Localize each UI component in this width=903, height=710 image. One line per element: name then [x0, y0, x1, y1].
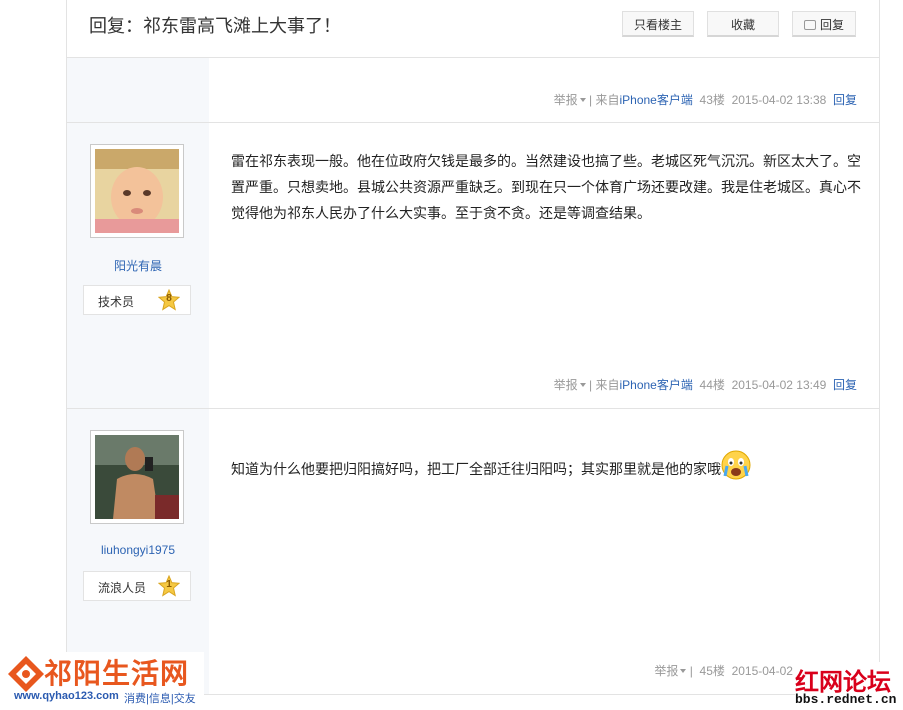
star-badge-icon: 1	[157, 574, 181, 597]
user-rank: 流浪人员 1	[83, 571, 191, 601]
post-sidebar: 阳光有晨 技术员 8	[67, 123, 209, 408]
post-content: 雷在祁东表现一般。他在位政府欠钱是最多的。当然建设也搞了些。老城区死气沉沉。新区…	[231, 153, 861, 221]
favorite-button[interactable]: 收藏	[707, 11, 779, 37]
meta-divider: |	[589, 93, 593, 107]
post-datetime: 2015-04-02 13:49	[731, 378, 827, 392]
rank-level: 1	[166, 579, 172, 590]
crying-face-icon	[721, 450, 751, 480]
rank-level: 8	[166, 293, 172, 304]
logo-tags: 消费|信息|交友	[124, 693, 196, 705]
post-meta: 举报 | 来自iPhone客户端 44楼 2015-04-02 13:49 回复	[554, 376, 857, 393]
thread-page: 回复：祁东雷高飞滩上大事了！ 只看楼主 收藏 回复 举报 | 来自iPhone客…	[66, 0, 880, 710]
floor-number: 45楼	[699, 664, 725, 678]
post-datetime: 2015-04-02 13:38	[731, 93, 827, 107]
post-sidebar	[67, 58, 209, 122]
logo-mark-icon	[8, 656, 44, 692]
reply-button-label: 回复	[819, 18, 844, 32]
post-meta: 举报 | 来自iPhone客户端 43楼 2015-04-02 13:38 回复	[554, 91, 857, 108]
report-link[interactable]: 举报	[554, 378, 578, 392]
reply-button[interactable]: 回复	[792, 11, 856, 37]
chevron-down-icon[interactable]	[579, 98, 586, 102]
username[interactable]: 阳光有晨	[67, 257, 209, 274]
comment-icon	[803, 20, 816, 30]
floor-number: 43楼	[699, 93, 725, 107]
meta-divider: |	[589, 378, 593, 392]
thread-title: 回复：祁东雷高飞滩上大事了！	[89, 16, 341, 36]
rank-title: 技术员	[98, 295, 135, 309]
source-prefix: 来自	[595, 93, 620, 107]
thread-header: 回复：祁东雷高飞滩上大事了！ 只看楼主 收藏 回复	[67, 0, 879, 58]
username[interactable]: liuhongyi1975	[67, 543, 209, 557]
chevron-down-icon[interactable]	[680, 669, 687, 673]
user-rank: 技术员 8	[83, 285, 191, 315]
logo-text: 祁阳生活网	[44, 658, 190, 689]
meta-divider: |	[689, 664, 693, 678]
post-reply-link[interactable]: 回复	[833, 378, 857, 392]
forum-logo-url: bbs.rednet.cn	[795, 692, 897, 707]
report-link[interactable]: 举报	[654, 664, 678, 678]
source-link[interactable]: iPhone客户端	[619, 378, 692, 392]
site-logo-watermark: 祁阳生活网 www.qyhao123.com 消费|信息|交友	[4, 652, 204, 710]
floor-number: 44楼	[699, 378, 725, 392]
avatar[interactable]	[90, 144, 184, 238]
source-prefix: 来自	[595, 378, 620, 392]
post-text: 知道为什么他要把归阳搞好吗，把工厂全部迁往归阳吗；其实那里就是他的家哦	[231, 461, 721, 477]
chevron-down-icon[interactable]	[579, 383, 586, 387]
rank-title: 流浪人员	[98, 581, 147, 595]
logo-url: www.qyhao123.com	[14, 690, 119, 702]
post-content: 知道为什么他要把归阳搞好吗，把工厂全部迁往归阳吗；其实那里就是他的家哦	[231, 450, 861, 482]
man-photo	[95, 435, 179, 519]
report-link[interactable]: 举报	[554, 93, 578, 107]
forum-logo-watermark: 红网论坛 bbs.rednet.cn	[795, 662, 903, 710]
baby-photo	[95, 149, 179, 233]
avatar[interactable]	[90, 430, 184, 524]
source-link[interactable]: iPhone客户端	[619, 93, 692, 107]
only-op-button[interactable]: 只看楼主	[622, 11, 694, 37]
star-badge-icon: 8	[157, 288, 181, 311]
post-reply-link[interactable]: 回复	[833, 93, 857, 107]
